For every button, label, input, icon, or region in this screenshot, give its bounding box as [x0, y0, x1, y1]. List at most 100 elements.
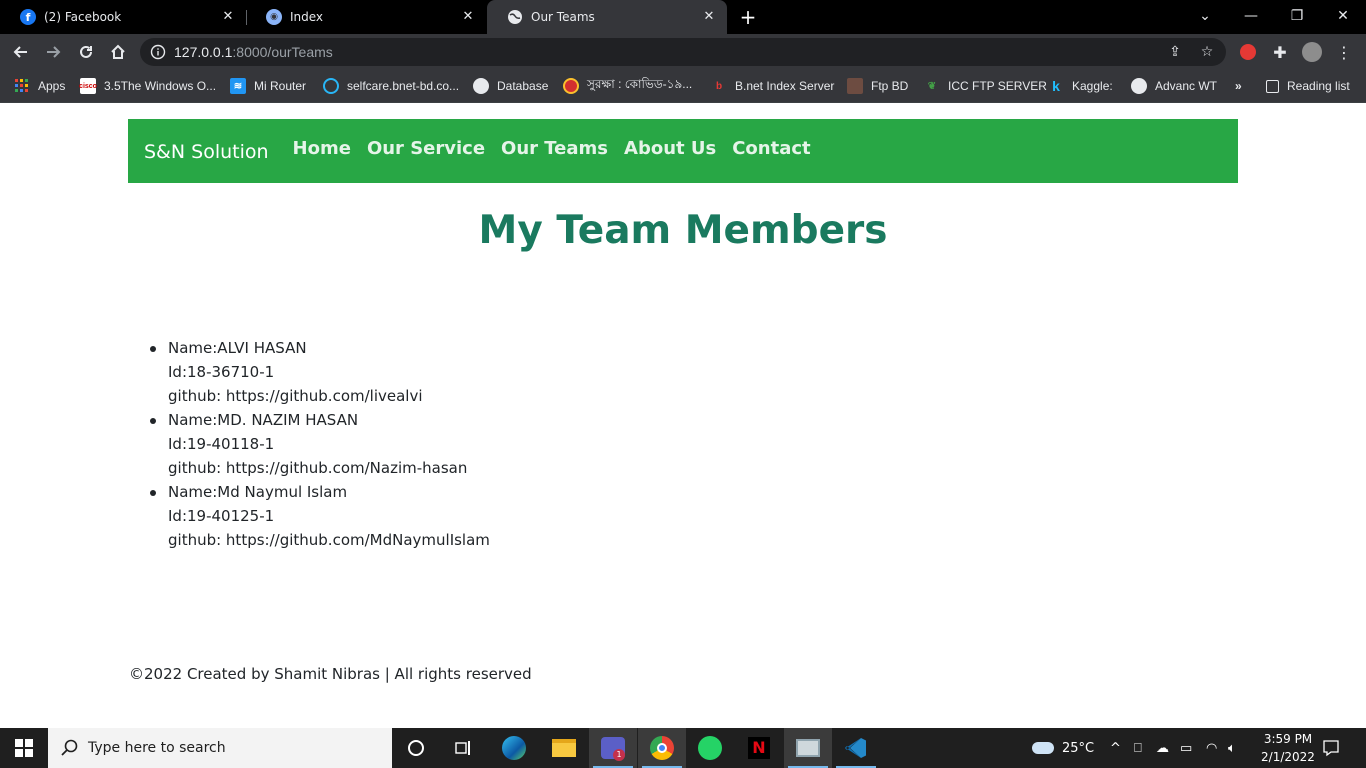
globe-icon: [507, 9, 523, 25]
list-item: Name:MD. NAZIM HASAN Id:19-40118-1 githu…: [150, 408, 490, 480]
battery-icon[interactable]: ▭: [1180, 728, 1192, 768]
member-name: Name:ALVI HASAN: [168, 339, 307, 357]
cisco-icon: cisco: [79, 78, 97, 94]
bookmark-surokkha[interactable]: সুরক্ষা : কোভিড-১৯...: [563, 76, 692, 96]
bookmark-selfcare[interactable]: selfcare.bnet-bd.co...: [323, 76, 459, 96]
close-icon[interactable]: ✕: [460, 9, 476, 25]
arrow-left-icon: [13, 46, 27, 58]
ftp-icon: [847, 78, 863, 94]
close-icon[interactable]: ✕: [701, 9, 717, 25]
bookmark-label: ICC FTP SERVER: [948, 79, 1047, 93]
bookmark-star-icon[interactable]: ☆: [1198, 43, 1216, 61]
search-placeholder: Type here to search: [88, 740, 226, 756]
bookmark-advanc-wt[interactable]: Advanc WT: [1131, 76, 1217, 96]
new-tab-button[interactable]: +: [737, 6, 759, 28]
bookmark-database[interactable]: Database: [473, 76, 548, 96]
arrow-right-icon: [47, 46, 61, 58]
url-path: :8000/ourTeams: [232, 44, 333, 60]
onedrive-icon[interactable]: ☁: [1156, 728, 1169, 768]
start-button[interactable]: [0, 728, 48, 768]
bookmark-kaggle[interactable]: k Kaggle:: [1048, 76, 1113, 96]
tab-index[interactable]: ◉ Index ✕: [246, 0, 486, 34]
restore-button[interactable]: ❐: [1274, 0, 1320, 32]
close-window-button[interactable]: ✕: [1320, 0, 1366, 32]
bookmark-windows-os[interactable]: cisco 3.5The Windows O...: [79, 76, 216, 96]
bookmark-mi-router[interactable]: ≋ Mi Router: [230, 76, 306, 96]
weather-temp: 25°C: [1062, 740, 1095, 756]
nav-our-teams[interactable]: Our Teams: [501, 138, 608, 159]
taskbar-search-input[interactable]: Type here to search: [48, 728, 392, 768]
task-view-icon[interactable]: [440, 728, 488, 768]
info-icon[interactable]: [150, 44, 166, 60]
reload-icon: [80, 45, 92, 58]
puzzle-icon[interactable]: ✚: [1270, 42, 1290, 62]
menu-kebab-icon[interactable]: ⋮: [1334, 42, 1354, 62]
clock-date: 2/1/2022: [1261, 750, 1315, 764]
more-bookmarks-button[interactable]: »: [1235, 76, 1242, 96]
home-icon: [111, 44, 125, 59]
home-button[interactable]: [105, 39, 131, 65]
seal-icon: [563, 78, 579, 94]
team-members-list: Name:ALVI HASAN Id:18-36710-1 github: ht…: [150, 336, 490, 552]
windows-logo-icon: [15, 739, 33, 757]
bookmark-ftp-bd[interactable]: Ftp BD: [847, 76, 908, 96]
windows-taskbar: Type here to search 1 N 25°C ^ ⎕ ☁ ▭ ◠ 🔈…: [0, 728, 1366, 768]
file-explorer-icon[interactable]: [540, 728, 588, 768]
volume-icon[interactable]: 🔈︎: [1228, 728, 1236, 768]
bookmark-label: selfcare.bnet-bd.co...: [347, 79, 460, 93]
url-text[interactable]: 127.0.0.1:8000/ourTeams: [174, 44, 333, 60]
member-id: Id:18-36710-1: [168, 363, 275, 381]
vscode-icon[interactable]: [832, 728, 880, 768]
whatsapp-icon[interactable]: [686, 728, 734, 768]
reading-list-button[interactable]: Reading list: [1266, 76, 1350, 96]
browser-toolbar: 127.0.0.1:8000/ourTeams ⇪ ☆ ✚ ⋮: [0, 34, 1366, 70]
nav-contact[interactable]: Contact: [732, 138, 810, 159]
share-icon[interactable]: ⇪: [1166, 43, 1184, 61]
tab-search-icon[interactable]: ⌄: [1182, 0, 1228, 32]
tab-facebook[interactable]: f (2) Facebook ✕: [0, 0, 246, 34]
clock-time: 3:59 PM: [1263, 732, 1313, 746]
netflix-icon[interactable]: N: [735, 728, 783, 768]
address-bar[interactable]: 127.0.0.1:8000/ourTeams ⇪ ☆: [140, 38, 1226, 66]
teams-icon[interactable]: 1: [589, 728, 637, 768]
list-item: Name:Md Naymul Islam Id:19-40125-1 githu…: [150, 480, 490, 552]
site-brand[interactable]: S&N Solution: [144, 141, 269, 163]
bookmark-bnet-index[interactable]: b B.net Index Server: [711, 76, 834, 96]
profile-avatar[interactable]: [1302, 42, 1322, 62]
reload-button[interactable]: [73, 39, 99, 65]
show-hidden-icons-button[interactable]: ^: [1110, 728, 1121, 768]
list-item: Name:ALVI HASAN Id:18-36710-1 github: ht…: [150, 336, 490, 408]
close-icon[interactable]: ✕: [220, 9, 236, 25]
back-button[interactable]: [8, 39, 34, 65]
browser-tab-strip: f (2) Facebook ✕ ◉ Index ✕ Our Teams ✕ +…: [0, 0, 1366, 34]
bookmark-apps[interactable]: Apps: [14, 76, 65, 96]
member-name: Name:Md Naymul Islam: [168, 483, 348, 501]
bookmark-icc-ftp[interactable]: ❦ ICC FTP SERVER: [924, 76, 1047, 96]
forward-button[interactable]: [40, 39, 66, 65]
globe-icon: [1131, 78, 1147, 94]
cortana-icon[interactable]: [392, 728, 440, 768]
url-host: 127.0.0.1: [174, 44, 233, 60]
notification-icon[interactable]: [1322, 728, 1340, 768]
wifi-icon[interactable]: ◠: [1206, 728, 1217, 768]
weather-widget[interactable]: 25°C: [1032, 728, 1094, 768]
bookmark-label: Database: [497, 79, 549, 93]
reading-list-label: Reading list: [1287, 79, 1350, 93]
chrome-icon[interactable]: [638, 728, 686, 768]
globe-icon: [473, 78, 489, 94]
meet-now-icon[interactable]: ⎕: [1134, 728, 1142, 768]
remote-desktop-icon[interactable]: [784, 728, 832, 768]
nav-about-us[interactable]: About Us: [624, 138, 716, 159]
nav-home[interactable]: Home: [293, 138, 351, 159]
system-clock[interactable]: 3:59 PM 2/1/2022: [1258, 730, 1318, 766]
edge-icon[interactable]: [490, 728, 538, 768]
kaggle-icon: k: [1052, 78, 1060, 94]
member-github: github: https://github.com/MdNaymulIslam: [168, 531, 490, 549]
target-icon: [323, 78, 339, 94]
nav-our-service[interactable]: Our Service: [367, 138, 485, 159]
tab-our-teams[interactable]: Our Teams ✕: [487, 0, 727, 34]
minimize-button[interactable]: —: [1228, 0, 1274, 32]
extension-red-icon[interactable]: [1238, 42, 1258, 62]
globe-shield-icon: ◉: [266, 9, 282, 25]
apps-grid-icon: [14, 78, 30, 94]
